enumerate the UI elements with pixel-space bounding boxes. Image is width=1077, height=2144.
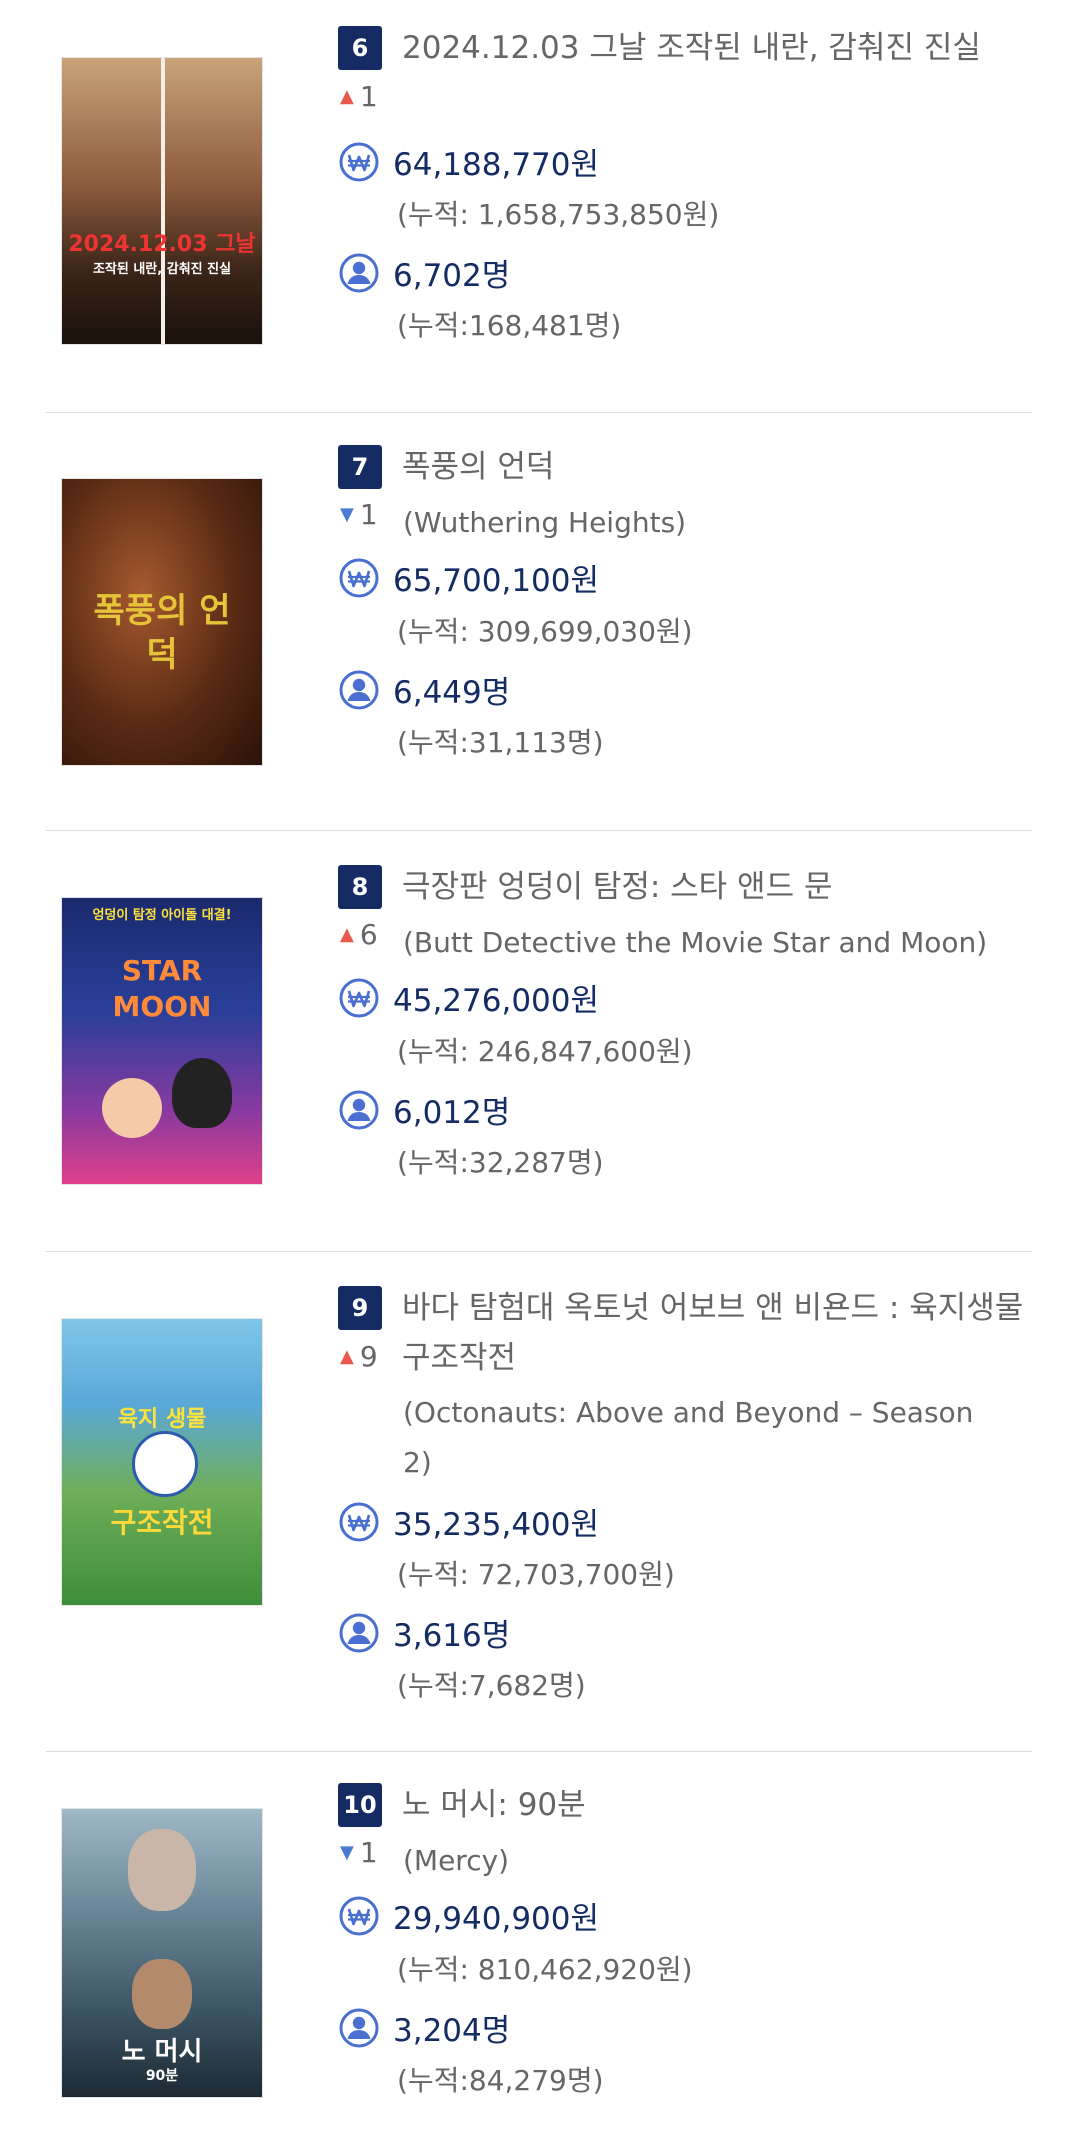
audience-stat: 6,449명 bbox=[338, 667, 510, 712]
rank-badge: 8 bbox=[338, 865, 382, 909]
audience-value: 3,616명 bbox=[393, 1618, 511, 1654]
revenue-cumulative: (누적: 246,847,600원) bbox=[397, 1035, 693, 1068]
rank-change-value: 1 bbox=[359, 1836, 378, 1869]
movie-title-english: (Wuthering Heights) bbox=[403, 506, 687, 539]
poster-title: 2024.12.03 그날 bbox=[68, 232, 256, 257]
audience-stat: 6,012명 bbox=[338, 1087, 510, 1132]
won-currency-icon bbox=[339, 1896, 379, 1935]
movie-poster[interactable]: 폭풍의 언덕 bbox=[62, 479, 262, 765]
arrow-up-icon: ▲ bbox=[340, 86, 354, 107]
audience-stat: 3,616명 bbox=[338, 1610, 510, 1655]
revenue-cumulative: (누적: 810,462,920원) bbox=[397, 1953, 693, 1986]
poster-title: 구조작전 bbox=[110, 1506, 214, 1539]
movie-title[interactable]: 노 머시: 90분 bbox=[402, 1780, 586, 1830]
audience-value: 6,012명 bbox=[393, 1095, 511, 1131]
movie-title-english: (Octonauts: Above and Beyond – Season 2) bbox=[403, 1396, 974, 1479]
movie-title-english: (Butt Detective the Movie Star and Moon) bbox=[403, 926, 988, 959]
poster-title: STAR MOON bbox=[112, 954, 212, 1023]
arrow-down-icon: ▼ bbox=[340, 504, 354, 525]
audience-value: 6,702명 bbox=[393, 258, 511, 294]
audience-cumulative: (누적:32,287명) bbox=[397, 1146, 604, 1179]
movie-poster[interactable]: 엉덩이 탐정 아이돌 대결! STAR MOON bbox=[62, 898, 262, 1184]
audience-stat: 6,702명 bbox=[338, 250, 510, 295]
rank-change: ▲ 9 bbox=[340, 1340, 378, 1373]
movie-title[interactable]: 2024.12.03 그날 조작된 내란, 감춰진 진실 bbox=[402, 23, 981, 73]
revenue-value: 65,700,100원 bbox=[393, 563, 600, 599]
divider bbox=[46, 830, 1032, 831]
rank-badge: 7 bbox=[338, 445, 382, 489]
person-icon bbox=[339, 1090, 379, 1129]
audience-cumulative: (누적:31,113명) bbox=[397, 726, 604, 759]
rank-change: ▲ 6 bbox=[340, 918, 378, 951]
poster-subtitle: 90분 bbox=[145, 2068, 179, 2084]
revenue-value: 29,940,900원 bbox=[393, 1901, 600, 1937]
rank-change-value: 1 bbox=[359, 80, 378, 113]
divider bbox=[46, 412, 1032, 413]
rank-change-value: 1 bbox=[359, 498, 378, 531]
revenue-stat: 45,276,000원 bbox=[338, 975, 599, 1020]
audience-cumulative: (누적:7,682명) bbox=[397, 1669, 586, 1702]
revenue-cumulative: (누적: 72,703,700원) bbox=[397, 1558, 675, 1591]
person-icon bbox=[339, 253, 379, 292]
movie-poster[interactable]: 노 머시 90분 bbox=[62, 1809, 262, 2097]
won-currency-icon bbox=[339, 1502, 379, 1541]
rank-change: ▼ 1 bbox=[340, 1836, 378, 1869]
rank-change: ▲ 1 bbox=[340, 80, 378, 113]
rank-badge: 6 bbox=[338, 26, 382, 70]
rank-change-value: 9 bbox=[359, 1340, 378, 1373]
movie-title[interactable]: 폭풍의 언덕 bbox=[402, 442, 554, 492]
poster-subtitle: 육지 생물 bbox=[117, 1407, 207, 1432]
divider bbox=[46, 1751, 1032, 1752]
won-currency-icon bbox=[339, 978, 379, 1017]
movie-title[interactable]: 극장판 엉덩이 탐정: 스타 앤드 문 bbox=[402, 862, 832, 912]
movie-title[interactable]: 바다 탐험대 옥토넛 어보브 앤 비욘드 : 육지생물 구조작전 bbox=[402, 1283, 1042, 1383]
movie-title-english: (Mercy) bbox=[403, 1844, 510, 1877]
revenue-cumulative: (누적: 309,699,030원) bbox=[397, 615, 693, 648]
arrow-down-icon: ▼ bbox=[340, 1842, 354, 1863]
rank-change: ▼ 1 bbox=[340, 498, 378, 531]
poster-title: 노 머시 bbox=[121, 2037, 203, 2067]
poster-subtitle: 조작된 내란, 감춰진 진실 bbox=[92, 262, 232, 277]
movie-poster[interactable]: 2024.12.03 그날 조작된 내란, 감춰진 진실 bbox=[62, 58, 262, 344]
revenue-stat: 64,188,770원 bbox=[338, 139, 599, 184]
rank-badge: 9 bbox=[338, 1286, 382, 1330]
revenue-stat: 65,700,100원 bbox=[338, 555, 599, 600]
audience-cumulative: (누적:84,279명) bbox=[397, 2064, 604, 2097]
audience-cumulative: (누적:168,481명) bbox=[397, 309, 622, 342]
rank-badge: 10 bbox=[338, 1783, 382, 1827]
audience-stat: 3,204명 bbox=[338, 2005, 510, 2050]
divider bbox=[46, 1251, 1032, 1252]
audience-value: 3,204명 bbox=[393, 2013, 511, 2049]
won-currency-icon bbox=[339, 558, 379, 597]
revenue-stat: 29,940,900원 bbox=[338, 1893, 599, 1938]
revenue-value: 64,188,770원 bbox=[393, 147, 600, 183]
won-currency-icon bbox=[339, 142, 379, 181]
audience-value: 6,449명 bbox=[393, 675, 511, 711]
person-icon bbox=[339, 2008, 379, 2047]
revenue-cumulative: (누적: 1,658,753,850원) bbox=[397, 198, 720, 231]
revenue-value: 45,276,000원 bbox=[393, 983, 600, 1019]
revenue-value: 35,235,400원 bbox=[393, 1507, 600, 1543]
revenue-stat: 35,235,400원 bbox=[338, 1499, 599, 1544]
person-icon bbox=[339, 1613, 379, 1652]
poster-subtitle: 엉덩이 탐정 아이돌 대결! bbox=[92, 908, 232, 923]
rank-change-value: 6 bbox=[359, 918, 378, 951]
arrow-up-icon: ▲ bbox=[340, 924, 354, 945]
arrow-up-icon: ▲ bbox=[340, 1346, 354, 1367]
person-icon bbox=[339, 670, 379, 709]
movie-poster[interactable]: 육지 생물 구조작전 bbox=[62, 1319, 262, 1605]
poster-title: 폭풍의 언덕 bbox=[93, 591, 231, 675]
